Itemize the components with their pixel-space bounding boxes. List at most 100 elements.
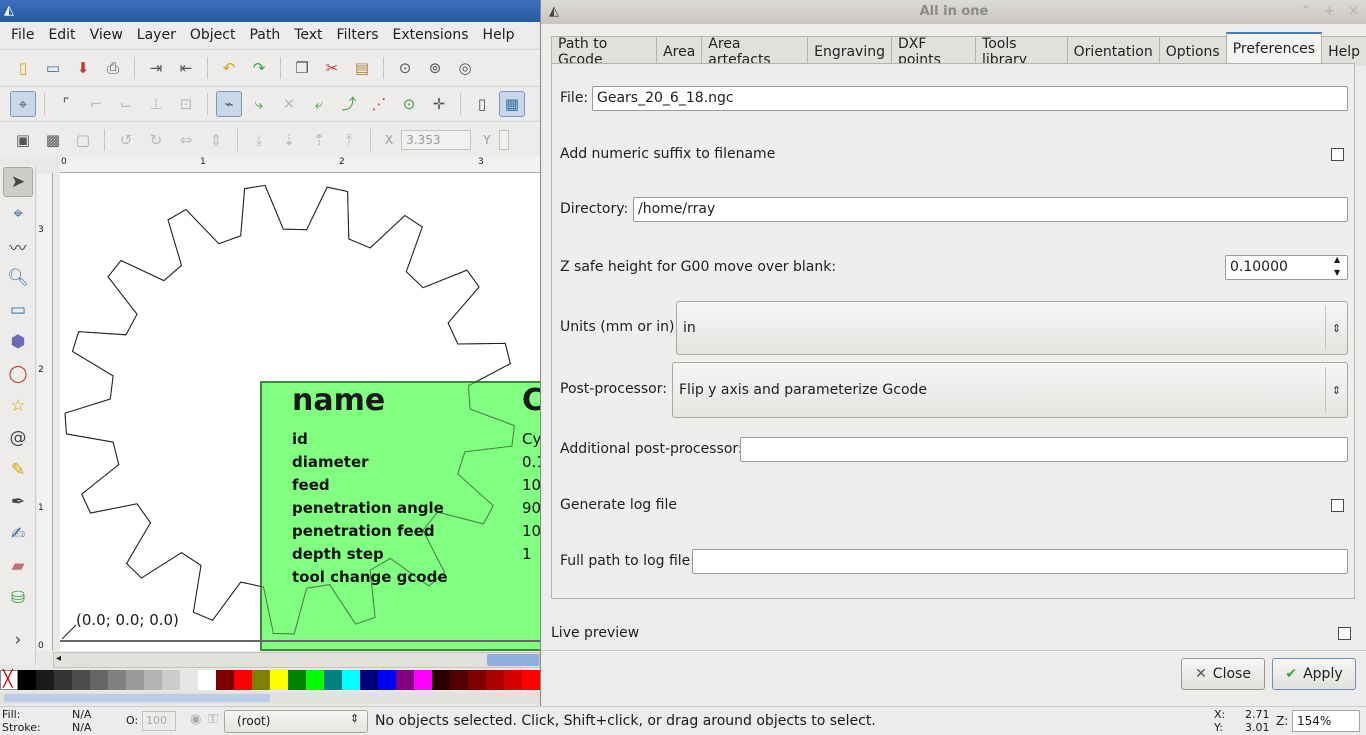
color-swatch[interactable] (36, 670, 54, 690)
menu-file[interactable]: File (4, 27, 41, 43)
paste-icon[interactable]: ▤ (349, 55, 375, 81)
eraser-tool-icon[interactable]: ▰ (3, 551, 33, 581)
menu-path[interactable]: Path (242, 27, 287, 43)
color-swatch[interactable] (234, 670, 252, 690)
spiral-tool-icon[interactable]: @ (3, 423, 33, 453)
more-tools-icon[interactable]: › (3, 625, 33, 655)
color-swatch[interactable] (450, 670, 468, 690)
menu-layer[interactable]: Layer (130, 27, 183, 43)
calligraphy-tool-icon[interactable]: ✍ (3, 519, 33, 549)
pen-tool-icon[interactable]: ✒ (3, 487, 33, 517)
zoom-drawing-icon[interactable]: ⊚ (422, 55, 448, 81)
snap-rotation-center-icon[interactable]: ✛ (426, 91, 452, 117)
color-swatch[interactable] (108, 670, 126, 690)
scrollbar-thumb[interactable] (487, 654, 539, 666)
flip-vertical-icon[interactable]: ⇕ (203, 127, 229, 153)
color-swatch[interactable] (504, 670, 522, 690)
color-swatch[interactable] (270, 670, 288, 690)
live-preview-checkbox[interactable] (1338, 627, 1351, 640)
color-swatch[interactable] (486, 670, 504, 690)
snap-smooth-icon[interactable]: ⤴ (336, 91, 362, 117)
snap-center-icon[interactable]: ⊙ (396, 91, 422, 117)
rotate-ccw-icon[interactable]: ↺ (113, 127, 139, 153)
y-coord-input[interactable] (498, 129, 509, 150)
color-swatch[interactable] (54, 670, 72, 690)
color-swatch[interactable] (414, 670, 432, 690)
color-swatch[interactable] (126, 670, 144, 690)
select-all-icon[interactable]: ▣ (10, 127, 36, 153)
color-swatch[interactable] (144, 670, 162, 690)
tool-definition-box[interactable]: name C id Cy diameter 0.1 feed 10 penetr… (260, 381, 540, 651)
minimize-icon[interactable]: ⌃ (1300, 0, 1311, 24)
node-tool-icon[interactable]: ⌖ (3, 199, 33, 229)
lock-icon[interactable]: ◉ (190, 712, 201, 727)
tab-path-to-gcode[interactable]: Path to Gcode (551, 36, 658, 68)
post-processor-select[interactable]: Flip y axis and parameterize Gcode ⇕ (672, 362, 1348, 418)
no-paint-swatch[interactable]: ╳ (0, 669, 18, 690)
menu-object[interactable]: Object (183, 27, 243, 43)
close-button[interactable]: ✕ Close (1181, 658, 1265, 690)
rotate-cw-icon[interactable]: ↻ (143, 127, 169, 153)
hide-icon[interactable]: ⚿ (208, 712, 218, 727)
snap-toggle-icon[interactable]: ⌖ (10, 90, 36, 117)
color-swatch[interactable] (180, 670, 198, 690)
snap-bbox-edge-icon[interactable]: ⌐ (83, 91, 109, 117)
snap-nodes-icon[interactable]: ⌁ (216, 90, 242, 117)
save-icon[interactable]: ⬇ (70, 55, 96, 81)
select-all-layers-icon[interactable]: ▩ (40, 127, 66, 153)
tab-options[interactable]: Options (1158, 36, 1227, 66)
raise-icon[interactable]: ⇡ (306, 127, 332, 153)
close-window-icon[interactable]: ✕ (1348, 0, 1359, 24)
color-swatch[interactable] (360, 670, 378, 690)
copy-icon[interactable]: ❐ (289, 55, 315, 81)
tab-engraving[interactable]: Engraving (807, 36, 892, 66)
menu-text[interactable]: Text (287, 27, 329, 43)
color-swatch[interactable] (90, 670, 108, 690)
log-path-input[interactable] (692, 549, 1348, 574)
zoom-page-icon[interactable]: ◎ (452, 55, 478, 81)
color-swatch[interactable] (342, 670, 360, 690)
ellipse-tool-icon[interactable]: ◯ (3, 359, 33, 389)
snap-bbox-corner-icon[interactable]: ⌙ (113, 91, 139, 117)
tab-area-artefacts[interactable]: Area artefacts (701, 36, 809, 68)
color-swatch[interactable] (162, 670, 180, 690)
menu-edit[interactable]: Edit (41, 27, 82, 43)
snap-path-icon[interactable]: ⤷ (246, 91, 272, 117)
maximize-icon[interactable]: + (1324, 0, 1335, 24)
layer-select[interactable]: (root) (224, 710, 368, 733)
snap-midpoint-icon[interactable]: ⋰ (366, 91, 392, 117)
menu-filters[interactable]: Filters (330, 27, 386, 43)
color-palette[interactable]: ╳ (0, 669, 540, 690)
tab-preferences[interactable]: Preferences (1225, 32, 1323, 64)
color-swatch[interactable] (216, 670, 234, 690)
lower-icon[interactable]: ⇣ (276, 127, 302, 153)
tab-help[interactable]: Help (1321, 36, 1366, 66)
tab-tools-library[interactable]: Tools library (975, 36, 1068, 68)
color-swatch[interactable] (198, 670, 216, 690)
file-input[interactable]: Gears_20_6_18.ngc (592, 86, 1348, 111)
paint-bucket-tool-icon[interactable]: ⛁ (3, 583, 33, 613)
opacity-spin[interactable]: 100 (142, 711, 176, 731)
suffix-checkbox[interactable] (1331, 148, 1344, 161)
menu-view[interactable]: View (83, 27, 130, 43)
color-swatch[interactable] (18, 670, 36, 690)
color-swatch[interactable] (324, 670, 342, 690)
tab-dxf-points[interactable]: DXF points (890, 36, 977, 68)
flip-horizontal-icon[interactable]: ⇔ (173, 127, 199, 153)
x-coord-input[interactable]: 3.353 (401, 129, 472, 150)
color-swatch[interactable] (432, 670, 450, 690)
raise-top-icon[interactable]: ⤒ (336, 127, 362, 153)
zoom-tool-icon[interactable]: 🔍︎ (3, 263, 33, 293)
import-icon[interactable]: ⇥ (143, 55, 169, 81)
redo-icon[interactable]: ↷ (246, 55, 272, 81)
color-swatch[interactable] (378, 670, 396, 690)
tab-area[interactable]: Area (656, 36, 703, 66)
zoom-spin[interactable]: 154% (1292, 710, 1360, 732)
menu-extensions[interactable]: Extensions (386, 27, 476, 43)
3d-box-tool-icon[interactable]: ⬢ (3, 327, 33, 357)
zoom-selection-icon[interactable]: ⊙ (392, 55, 418, 81)
print-icon[interactable]: ⎙ (100, 55, 126, 81)
pencil-tool-icon[interactable]: ✎ (3, 455, 33, 485)
tweak-tool-icon[interactable]: 〰 (3, 231, 33, 261)
snap-bbox-midpoint-icon[interactable]: ⊥ (143, 91, 169, 117)
